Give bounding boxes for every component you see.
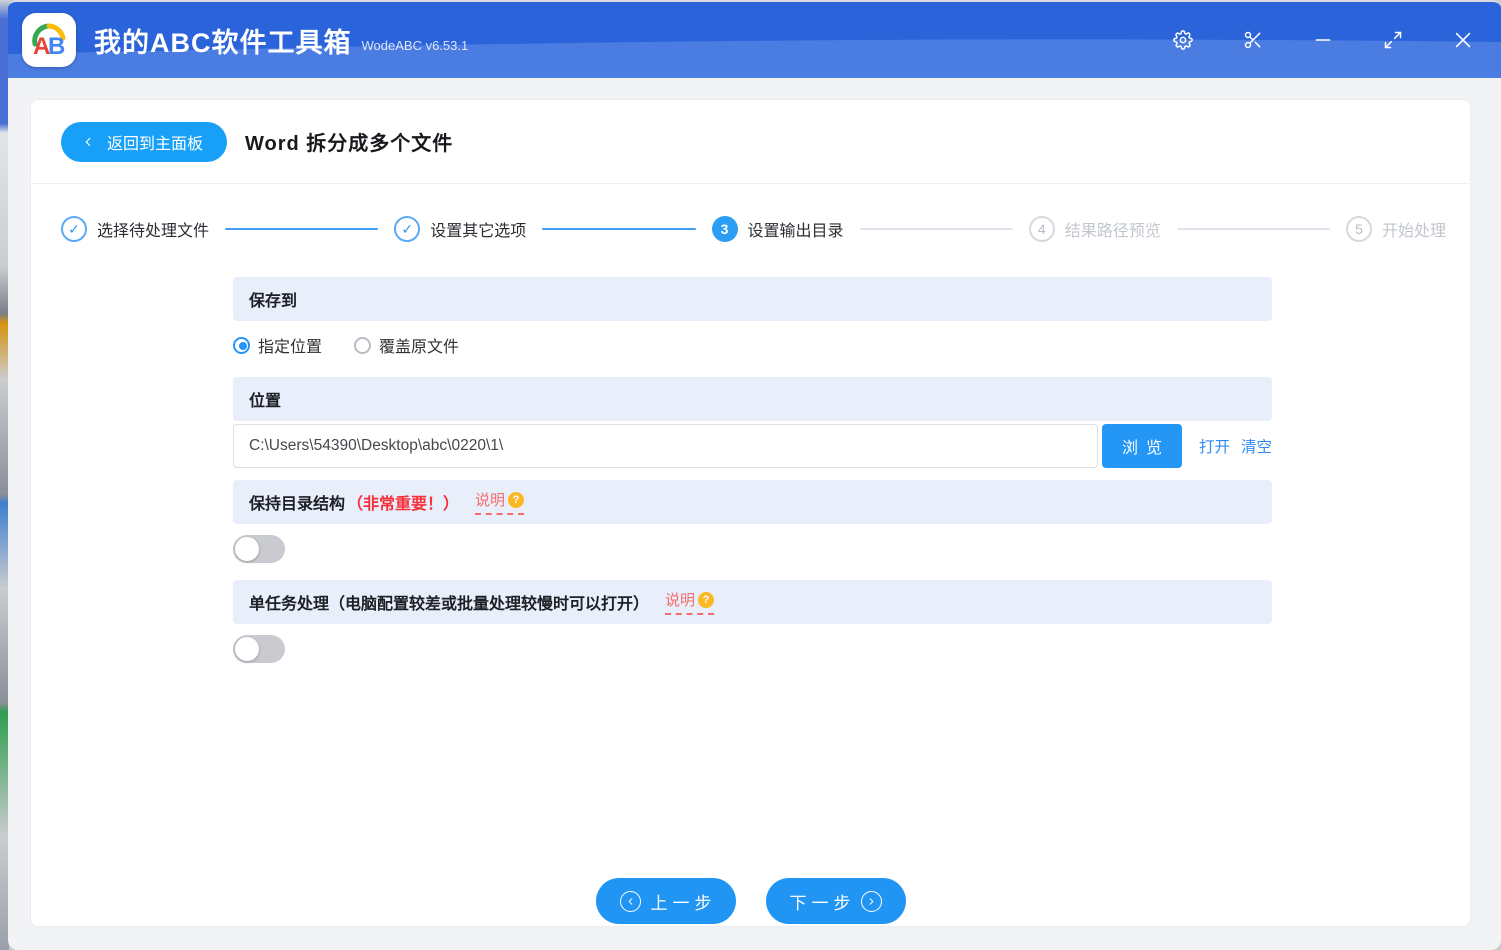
next-step-label: 下一步	[789, 893, 856, 913]
step-connector	[1176, 228, 1330, 230]
keep-structure-help-link[interactable]: 说明 ?	[475, 489, 525, 515]
save-to-radio-group: 指定位置 覆盖原文件	[233, 334, 1272, 356]
output-path-input[interactable]	[233, 424, 1098, 468]
next-step-button[interactable]: 下一步	[765, 878, 906, 924]
back-to-main-button[interactable]: 返回到主面板	[61, 121, 228, 162]
step-4-result-preview: 4 结果路径预览	[1028, 216, 1161, 242]
radio-overwrite-original-label: 覆盖原文件	[379, 339, 460, 356]
app-logo-icon: A B	[32, 23, 66, 60]
step-5-label: 开始处理	[1382, 223, 1447, 240]
browse-button-label: 浏览	[1121, 440, 1170, 457]
step-connector	[225, 228, 379, 230]
screenshot-cut-button[interactable]	[1233, 20, 1273, 60]
step-2-other-options: ✓ 设置其它选项	[394, 216, 526, 242]
app-window: A B 我的ABC软件工具箱 WodeABC v6.53.1 返回到主面板 Wo…	[8, 0, 1501, 950]
chevron-right-circle-icon	[860, 890, 882, 912]
step-2-label: 设置其它选项	[430, 223, 527, 240]
form-area: 保存到 指定位置 覆盖原文件 位置 浏览 打开	[233, 277, 1272, 663]
page-title: Word 拆分成多个文件	[245, 133, 454, 155]
radio-specified-location[interactable]: 指定位置	[233, 333, 322, 357]
step-4-number: 4	[1028, 216, 1055, 242]
step-5-number: 5	[1346, 216, 1372, 242]
important-note: （非常重要！）	[347, 496, 460, 513]
save-to-title: 保存到	[249, 293, 298, 310]
svg-text:B: B	[48, 33, 65, 60]
step-1-label: 选择待处理文件	[97, 223, 210, 240]
radio-overwrite-original[interactable]: 覆盖原文件	[354, 333, 459, 357]
toggle-knob	[235, 537, 259, 561]
single-task-title: 单任务处理（电脑配置较差或批量处理较慢时可以打开）	[249, 596, 650, 613]
wizard-footer: 上一步 下一步	[31, 878, 1470, 924]
titlebar: A B 我的ABC软件工具箱 WodeABC v6.53.1	[8, 2, 1501, 78]
step-3-number: 3	[711, 216, 738, 242]
question-mark-icon: ?	[698, 591, 715, 608]
app-version: WodeABC v6.53.1	[361, 37, 469, 53]
browse-button[interactable]: 浏览	[1101, 424, 1182, 468]
settings-button[interactable]	[1163, 20, 1203, 60]
gear-icon	[1173, 30, 1193, 50]
radio-selected-icon	[233, 336, 250, 354]
keep-structure-section-header: 保持目录结构 （非常重要！） 说明 ?	[233, 480, 1272, 524]
save-to-section-header: 保存到	[233, 277, 1272, 321]
app-title: 我的ABC软件工具箱	[94, 27, 352, 58]
radio-specified-location-label: 指定位置	[258, 339, 323, 356]
step-1-select-files: ✓ 选择待处理文件	[61, 216, 209, 242]
chevron-left-icon	[85, 137, 91, 146]
step-connector	[859, 228, 1013, 230]
help-link-label: 说明	[665, 592, 696, 609]
question-mark-icon: ?	[508, 491, 525, 508]
card-header: 返回到主面板 Word 拆分成多个文件	[31, 100, 1470, 184]
radio-unselected-icon	[354, 336, 372, 354]
app-logo: A B	[22, 13, 76, 67]
close-button[interactable]	[1443, 20, 1483, 60]
toggle-knob	[235, 637, 259, 661]
minimize-button[interactable]	[1303, 20, 1343, 60]
step-3-label: 设置输出目录	[747, 223, 844, 240]
single-task-help-link[interactable]: 说明 ?	[665, 589, 715, 615]
step-2-check-icon: ✓	[394, 216, 421, 242]
step-1-check-icon: ✓	[61, 216, 87, 242]
single-task-section-header: 单任务处理（电脑配置较差或批量处理较慢时可以打开） 说明 ?	[233, 580, 1272, 624]
keep-structure-toggle[interactable]	[233, 535, 285, 563]
window-controls	[1163, 20, 1493, 60]
clear-path-link[interactable]: 清空	[1241, 435, 1272, 457]
open-folder-link[interactable]: 打开	[1199, 435, 1230, 457]
single-task-toggle[interactable]	[233, 635, 285, 663]
chevron-left-circle-icon	[619, 890, 641, 912]
scissors-icon	[1244, 31, 1261, 49]
keep-structure-title: 保持目录结构	[249, 496, 346, 513]
maximize-button[interactable]	[1373, 20, 1413, 60]
location-path-row: 浏览 打开 清空	[233, 424, 1272, 468]
previous-step-button[interactable]: 上一步	[595, 878, 736, 924]
main-card: 返回到主面板 Word 拆分成多个文件 ✓ 选择待处理文件 ✓ 设置其它选项 3…	[30, 99, 1471, 927]
location-title: 位置	[249, 393, 282, 410]
step-connector	[542, 228, 696, 230]
step-3-output-directory: 3 设置输出目录	[711, 216, 844, 242]
minimize-icon	[1315, 39, 1331, 41]
close-icon	[1455, 32, 1471, 48]
expand-icon	[1384, 31, 1402, 49]
location-section-header: 位置	[233, 377, 1272, 421]
back-button-label: 返回到主面板	[107, 135, 204, 153]
previous-step-label: 上一步	[650, 893, 717, 913]
wizard-stepper: ✓ 选择待处理文件 ✓ 设置其它选项 3 设置输出目录 4 结果路径预览 5 开…	[31, 215, 1470, 243]
help-link-label: 说明	[475, 492, 506, 509]
step-5-start-processing: 5 开始处理	[1346, 216, 1446, 242]
step-4-label: 结果路径预览	[1064, 223, 1161, 240]
